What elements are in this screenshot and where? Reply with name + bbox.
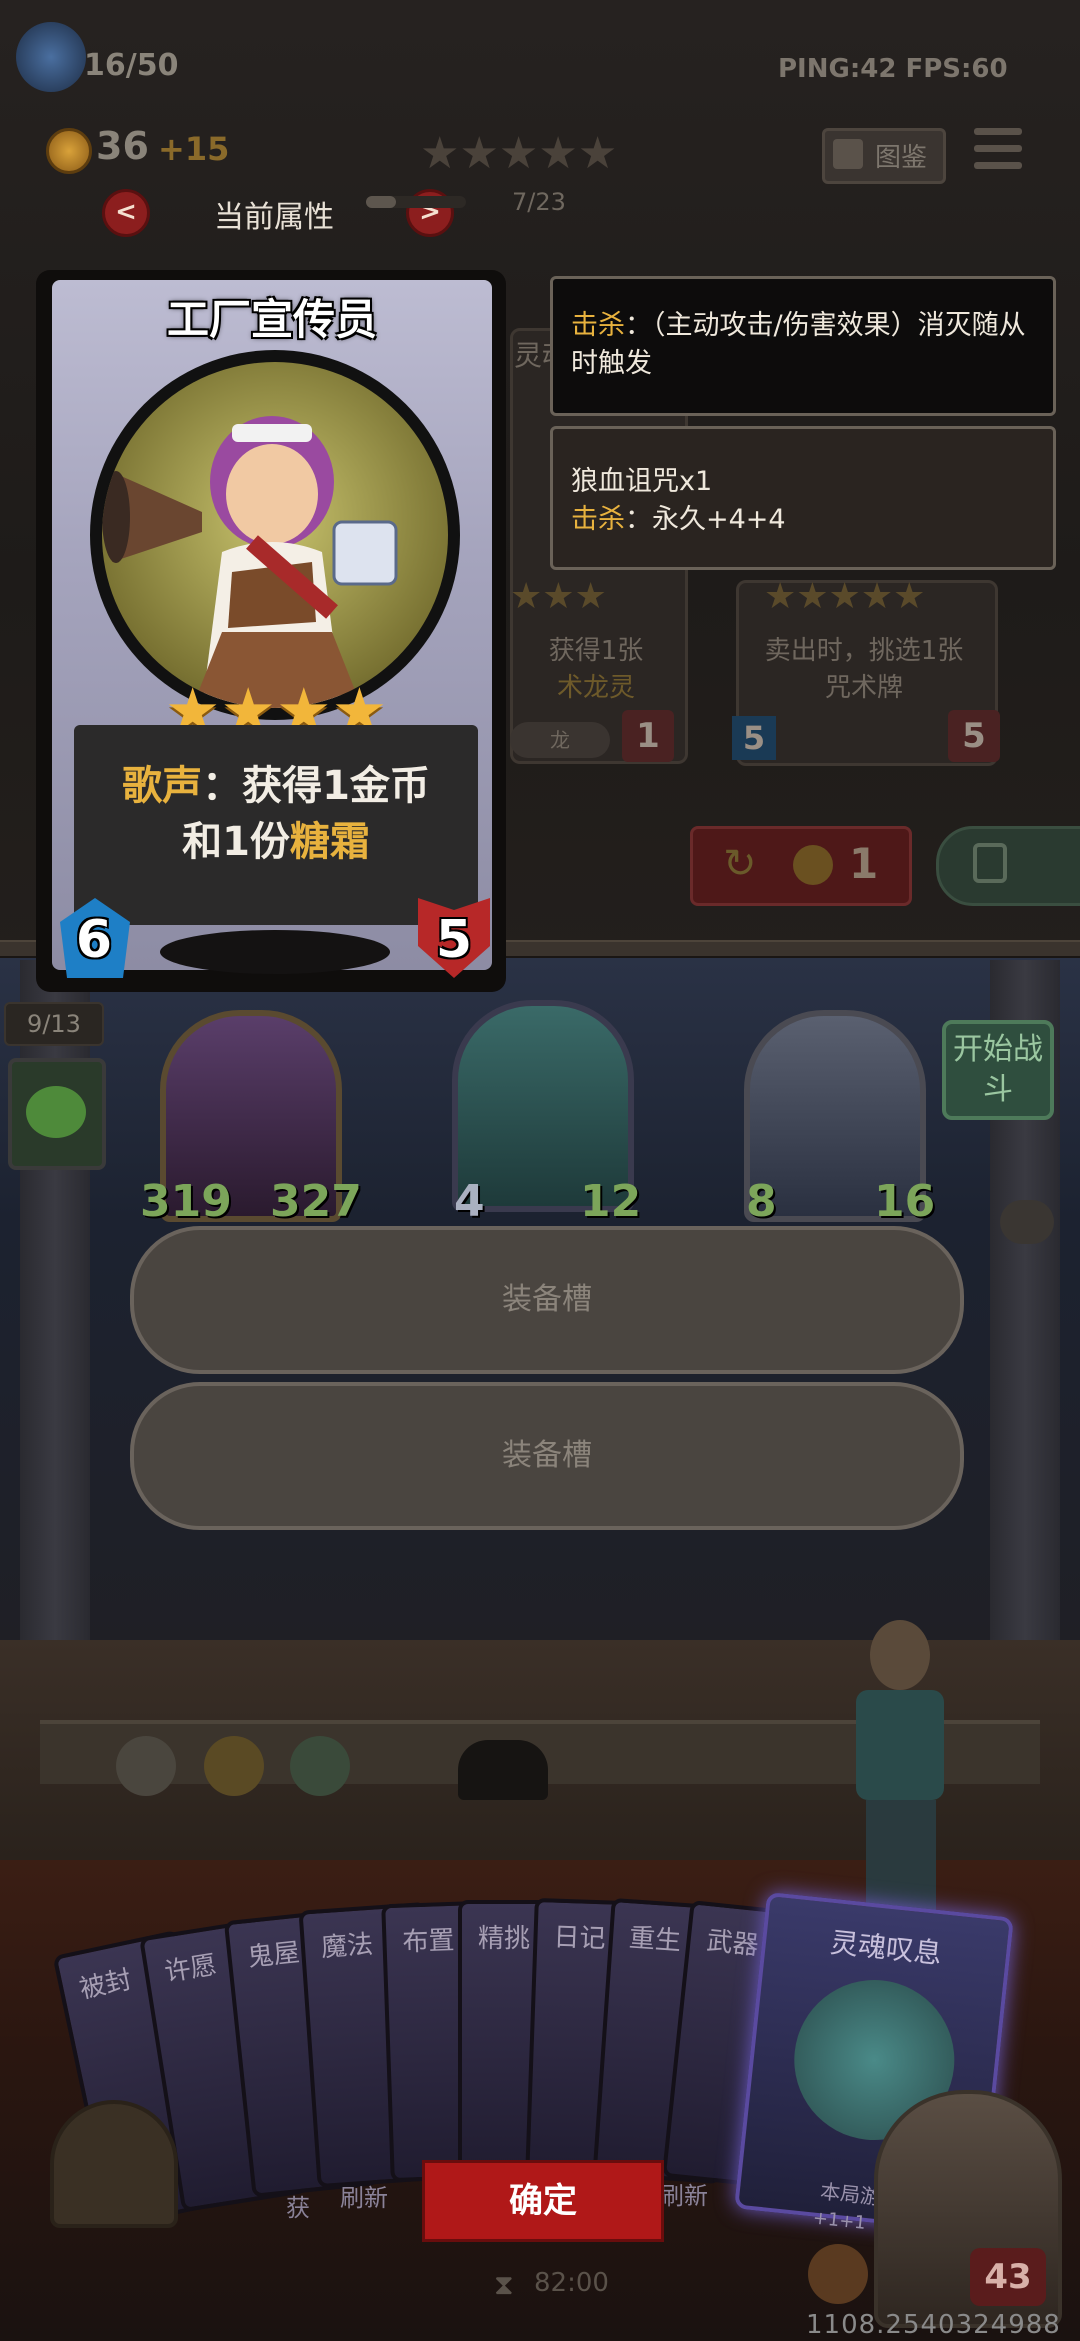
card-shadow	[160, 930, 390, 974]
side-counter: 9/13	[4, 1002, 104, 1046]
progress-fill	[366, 196, 397, 208]
unit-3-health: 16	[874, 1176, 936, 1227]
goblin-face-icon	[26, 1086, 86, 1138]
treasure-chest-icon[interactable]	[50, 2100, 178, 2228]
attr-nav-title: 当前属性	[214, 200, 334, 235]
unit-2-health: 12	[580, 1176, 642, 1227]
unit-1-health: 327	[270, 1176, 362, 1227]
card-desc-line2: 和1份糖霜	[74, 814, 478, 870]
tier-star-icon: ★	[420, 128, 460, 179]
shop-card-1-line2: 术龙灵	[556, 673, 635, 703]
turn-timer: 82:00	[534, 2268, 609, 2298]
book-icon	[833, 139, 863, 169]
curse-line2: 击杀：永久+4+4	[571, 501, 1041, 539]
shop-card-2-line2: 咒术牌	[824, 673, 903, 703]
kill-tooltip-text: 击杀：（主动攻击/伤害效果）消灭随从时触发	[571, 307, 1041, 383]
equipment-slot-2[interactable]: 装备槽	[130, 1382, 964, 1530]
equipment-slot-1[interactable]: 装备槽	[130, 1226, 964, 1374]
kill-desc: ：（主动攻击/伤害效果）消灭随从时触发	[571, 310, 1026, 379]
card-description: 歌声：获得1金币 和1份糖霜	[74, 758, 478, 870]
coordinate-readout: 1108.2540324988	[806, 2310, 1061, 2340]
cat-figure	[458, 1740, 548, 1800]
hand-peek-2: 刷新	[340, 2184, 388, 2212]
progress-count: 7/23	[512, 188, 566, 216]
codex-label: 图鉴	[875, 143, 928, 173]
shelf-item-1-icon	[116, 1736, 176, 1796]
tier-star-icon: ★	[577, 128, 618, 179]
gold-coin-icon	[46, 128, 92, 174]
tier-star-icon: ★	[459, 128, 499, 179]
shop-card-2-attack: 5	[732, 716, 776, 760]
player-avatar-icon[interactable]	[16, 22, 86, 92]
population-counter: 16/50	[84, 48, 179, 83]
tier-star-icon: ★	[498, 128, 539, 179]
curse-line2-text: ：永久+4+4	[625, 504, 786, 535]
unit-2-attack: 4	[454, 1176, 485, 1227]
shop-card-2-stars: ★★★★★	[764, 576, 926, 617]
desc-keyword: 歌声	[122, 763, 203, 809]
shop-card-1-stars: ★★★	[510, 576, 607, 617]
curse-line1: 狼血诅咒x1	[571, 466, 713, 497]
card-health: 5	[435, 910, 473, 970]
promoter-illustration	[102, 416, 398, 708]
hero-character	[830, 1600, 970, 1920]
shop-card-2-line1: 卖出时，挑选1张	[764, 636, 964, 666]
shop-card-1-health: 1	[622, 710, 674, 762]
unit-1-attack: 319	[140, 1176, 232, 1227]
side-hero-portrait[interactable]	[8, 1058, 106, 1170]
desc-line2-keyword: 糖霜	[289, 819, 370, 865]
shelf-item-2-icon	[204, 1736, 264, 1796]
refresh-coin-icon	[793, 845, 833, 885]
codex-button[interactable]: 图鉴	[822, 128, 946, 184]
shop-card-1-line1: 获得1张	[548, 636, 644, 666]
chat-bubble-icon[interactable]	[1000, 1200, 1054, 1244]
tier-stars: ★★★★★	[420, 128, 617, 179]
tier-star-icon: ★	[538, 128, 578, 179]
refresh-icon: ↻	[723, 841, 757, 887]
featured-card-title: 灵魂叹息	[828, 1925, 944, 1971]
gold-income: +15	[158, 130, 230, 168]
progress-bar	[366, 196, 466, 208]
mana-crystal-icon	[808, 2244, 868, 2304]
curse-tooltip: 狼血诅咒x1 击杀：永久+4+4	[550, 426, 1056, 570]
shop-card-2-text: 卖出时，挑选1张 咒术牌	[736, 630, 992, 704]
shop-card-2-health: 5	[948, 710, 1000, 762]
shelf-item-3-icon	[290, 1736, 350, 1796]
hero-health-badge: 43	[970, 2248, 1046, 2306]
prev-attr-button[interactable]: <	[102, 189, 150, 237]
confirm-button[interactable]: 确定	[422, 2160, 664, 2242]
curse-tooltip-text: 狼血诅咒x1 击杀：永久+4+4	[571, 463, 1041, 539]
curse-kill-keyword: 击杀	[571, 504, 625, 535]
lock-button[interactable]	[936, 826, 1080, 906]
kill-tooltip: 击杀：（主动攻击/伤害效果）消灭随从时触发	[550, 276, 1056, 416]
gold-amount: 36	[96, 124, 149, 168]
card-attack: 6	[75, 910, 113, 970]
shop-card-1-text: 获得1张 术龙灵	[510, 630, 682, 704]
card-name: 工厂宣传员	[166, 295, 377, 344]
kill-keyword: 击杀	[571, 310, 625, 341]
card-desc-line1: 歌声：获得1金币	[74, 758, 478, 814]
lock-icon	[973, 843, 1007, 883]
card-portrait	[102, 362, 448, 708]
hand-peek-3: 刷新	[660, 2182, 708, 2210]
menu-icon[interactable]	[974, 128, 1022, 174]
hand-peek-1: 获	[286, 2194, 310, 2222]
refresh-button[interactable]: ↻ 1	[690, 826, 912, 906]
start-battle-button[interactable]: 开始战斗	[942, 1020, 1054, 1120]
shop-card-1-tag: 龙	[510, 722, 610, 758]
unit-3-attack: 8	[746, 1176, 777, 1227]
desc-line1-text: ：获得1金币	[202, 763, 430, 809]
refresh-cost: 1	[849, 839, 879, 888]
desc-line2-pre: 和1份	[182, 819, 290, 865]
hourglass-icon: ⧗	[494, 2268, 514, 2301]
ping-fps-readout: PING:42 FPS:60	[778, 54, 1008, 84]
